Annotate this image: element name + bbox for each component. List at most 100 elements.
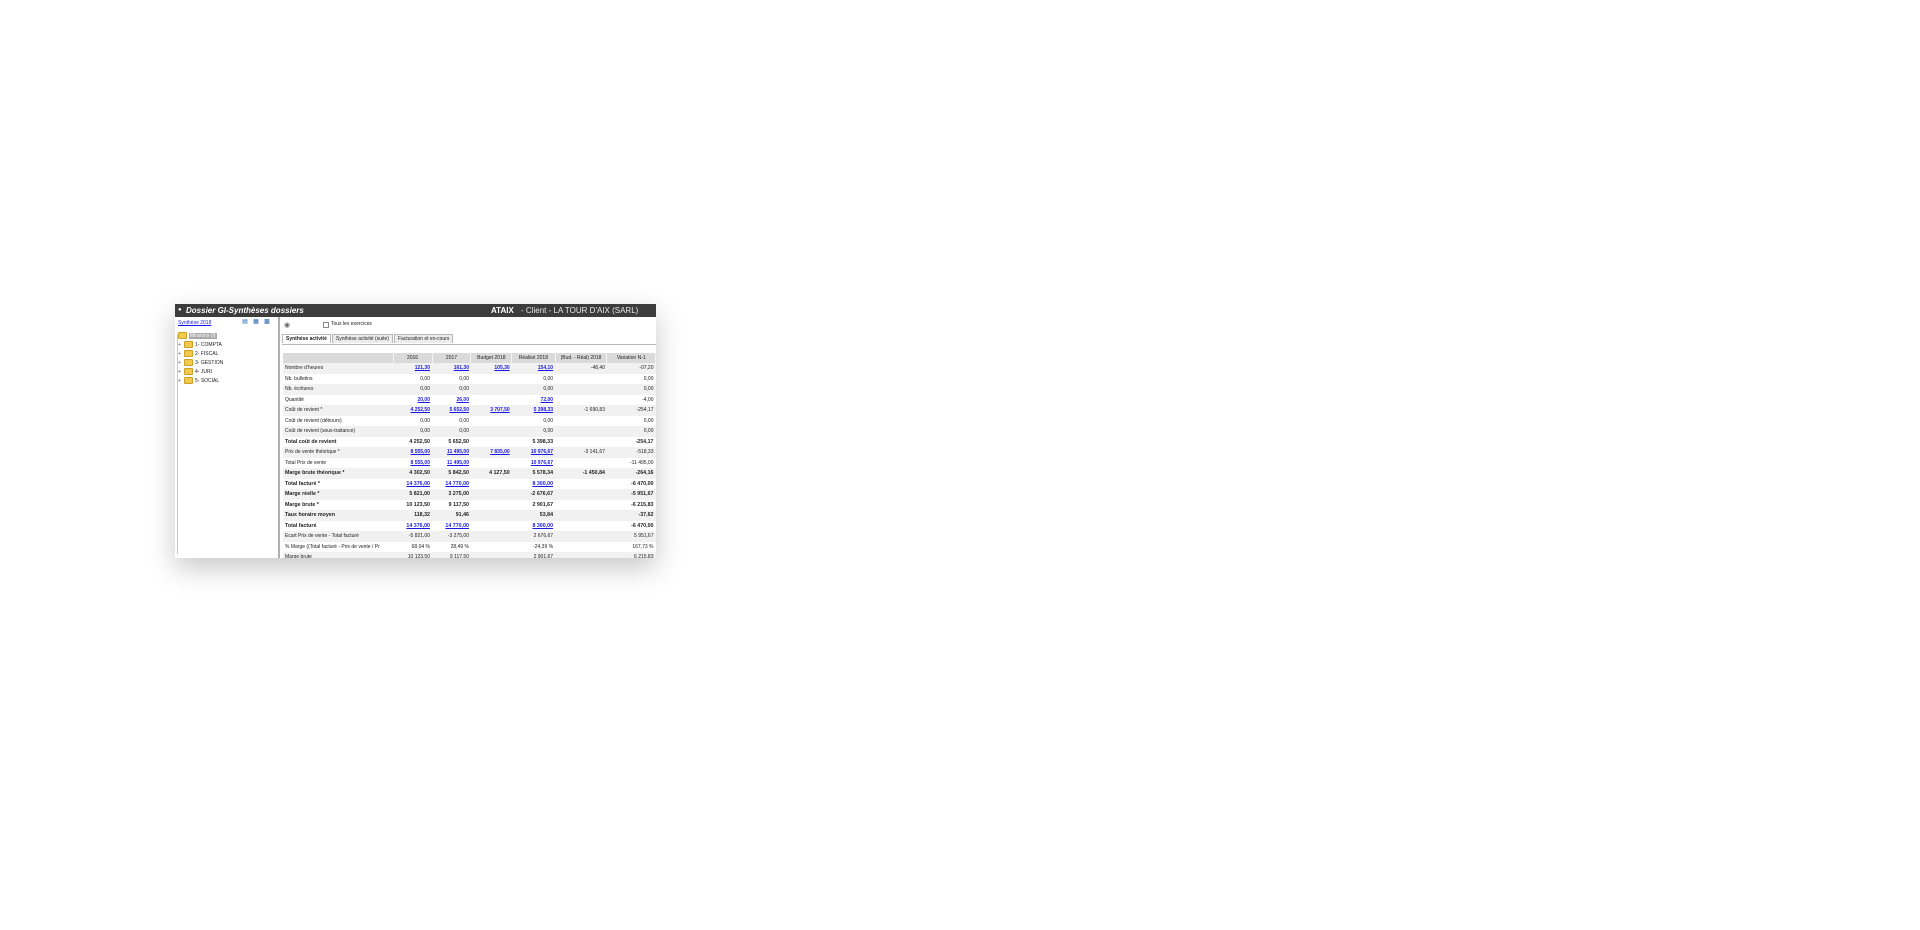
tree-view-icon[interactable]: ▩	[263, 319, 271, 326]
tree-item[interactable]: +3- GESTION	[178, 359, 223, 368]
cell-link[interactable]: 5 652,50	[432, 405, 471, 416]
cell-value: -1 450,84	[555, 468, 607, 479]
cell-link[interactable]: 4 252,50	[393, 405, 432, 416]
cell-value: 5 652,50	[448, 438, 469, 445]
cell-value	[471, 437, 512, 448]
cell-value	[555, 458, 607, 469]
folder-icon	[184, 341, 193, 349]
cell-value	[555, 416, 607, 427]
all-years-label: Tous les exercices	[331, 321, 372, 327]
row-label: Nombre d'heures	[283, 363, 394, 374]
expand-all-icon[interactable]: ▤	[241, 319, 249, 326]
column-header[interactable]: (Bud. - Réal) 2018	[555, 353, 608, 363]
tree-item[interactable]: +5- SOCIAL	[178, 377, 223, 386]
window-title: Dossier GI-Synthèses dossiers	[186, 306, 304, 315]
cell-link[interactable]: 105,30	[470, 363, 512, 374]
cell-link[interactable]: 10 976,67	[512, 458, 555, 469]
tree-item[interactable]: +1- COMPTA	[178, 341, 223, 350]
all-years-checkbox[interactable]	[323, 322, 329, 328]
column-header[interactable]	[283, 353, 394, 363]
cell-value: 0,00	[643, 417, 654, 424]
tree-item[interactable]: +4- JURI	[178, 368, 223, 377]
column-header[interactable]: Variation N-1	[606, 353, 656, 363]
column-header[interactable]: 2016	[393, 353, 433, 363]
tree-item-label: 4- JURI	[195, 369, 212, 375]
cell-link[interactable]: 5 398,33	[511, 405, 556, 416]
cell-value	[471, 416, 512, 427]
cell-value	[555, 531, 607, 542]
cell-value	[555, 437, 607, 448]
row-label: Marge brute théorique *	[283, 468, 394, 479]
cell-value	[555, 542, 607, 553]
menu-dot-icon[interactable]: ●	[178, 304, 182, 317]
table-row: Total Prix de vente 8 555,00 11 495,00 10 9…	[283, 458, 656, 469]
cell-link[interactable]: 14 770,00	[432, 479, 471, 490]
cell-link[interactable]: 8 300,00	[512, 521, 555, 532]
title-bar: ● Dossier GI-Synthèses dossiers ATAIX - …	[175, 304, 656, 317]
cell-link[interactable]: 14 376,00	[393, 521, 432, 532]
cell-value	[470, 384, 512, 395]
synthesis-year-link[interactable]: Synthèse 2018	[178, 320, 211, 326]
tree-item[interactable]: +2- FISCAL	[178, 350, 223, 359]
cell-value: 0,00	[459, 375, 469, 382]
column-header[interactable]: Budget 2018	[470, 353, 513, 363]
tree-item-label: 1- COMPTA	[195, 342, 222, 348]
tree-item-label: 5- SOCIAL	[195, 378, 220, 384]
cell-value: 2 901,67	[511, 552, 556, 558]
tab-3[interactable]: Facturation et en-cours	[393, 334, 454, 343]
collapse-all-icon[interactable]: ▦	[252, 319, 260, 326]
tab-2[interactable]: Synthèse activité (suite)	[331, 334, 393, 343]
cell-link[interactable]: 121,30	[393, 363, 432, 374]
cell-link[interactable]: 26,00	[432, 395, 471, 406]
cell-link[interactable]: 10 976,67	[511, 447, 556, 458]
cell-value: 10 123,50	[406, 501, 430, 508]
table-row: Quantité 20,00 26,00 72,00 -4,00	[283, 395, 656, 406]
cell-link[interactable]: 7 835,00	[470, 447, 512, 458]
tree-item-label: 2- FISCAL	[195, 351, 219, 357]
cell-value: 28,49 %	[450, 543, 469, 550]
folder-icon	[184, 359, 193, 367]
folder-icon	[178, 332, 187, 340]
row-label: Nb. bulletins	[285, 375, 313, 382]
cell-value	[471, 500, 512, 511]
row-label: Total coût de revient	[285, 438, 337, 445]
cell-link[interactable]: 8 555,00	[393, 458, 432, 469]
cell-value: -4,00	[642, 396, 654, 403]
cell-link[interactable]: 14 376,00	[393, 479, 432, 490]
cell-value: 0,00	[511, 384, 556, 395]
cell-value: -6 470,00	[631, 522, 654, 529]
cell-value	[470, 426, 512, 437]
cell-link[interactable]: 3 707,50	[470, 405, 512, 416]
cell-link[interactable]: 154,10	[511, 363, 556, 374]
table-row: Nb. bulletins 0,00 0,00 0,00 0,00	[283, 374, 656, 385]
cell-value	[471, 542, 512, 553]
row-label: Marge brute *	[285, 501, 319, 508]
cell-link[interactable]: 8 300,00	[512, 479, 555, 490]
cell-value: 6 215,83	[606, 552, 656, 558]
table-row: Total coût de revient 4 252,50 5 652,50 5 3…	[283, 437, 656, 448]
cell-link[interactable]: 20,00	[393, 395, 432, 406]
cell-value: -254,17	[635, 438, 654, 445]
cell-link[interactable]: 8 555,00	[393, 447, 432, 458]
row-label: Coût de revient (sous-traitance)	[283, 426, 394, 437]
view-icon[interactable]: ◉	[284, 321, 290, 329]
cell-value: 0,00	[432, 426, 471, 437]
column-header[interactable]: 2017	[432, 353, 472, 363]
cell-value: 0,00	[459, 417, 469, 424]
cell-value: -3 141,67	[555, 447, 607, 458]
cell-value: -1 690,83	[555, 405, 607, 416]
cell-value	[470, 531, 512, 542]
cell-link[interactable]: 161,30	[432, 363, 471, 374]
tab-1[interactable]: Synthèse activité	[282, 334, 331, 343]
column-header[interactable]: Réalisé 2018	[511, 353, 556, 363]
cell-link[interactable]: 14 770,00	[432, 521, 471, 532]
cell-link[interactable]: 11 495,00	[432, 447, 471, 458]
cell-link[interactable]: 11 495,00	[432, 458, 471, 469]
table-row: Marge brute théorique * 4 302,50 5 842,50 4…	[283, 468, 656, 479]
tree-root[interactable]: Missions (I)	[178, 332, 223, 341]
cell-value: 68,04 %	[411, 543, 430, 550]
cell-value	[555, 426, 607, 437]
cell-link[interactable]: 72,00	[512, 395, 555, 406]
row-label: Quantité	[285, 396, 304, 403]
cell-value: 0,00	[543, 417, 554, 424]
